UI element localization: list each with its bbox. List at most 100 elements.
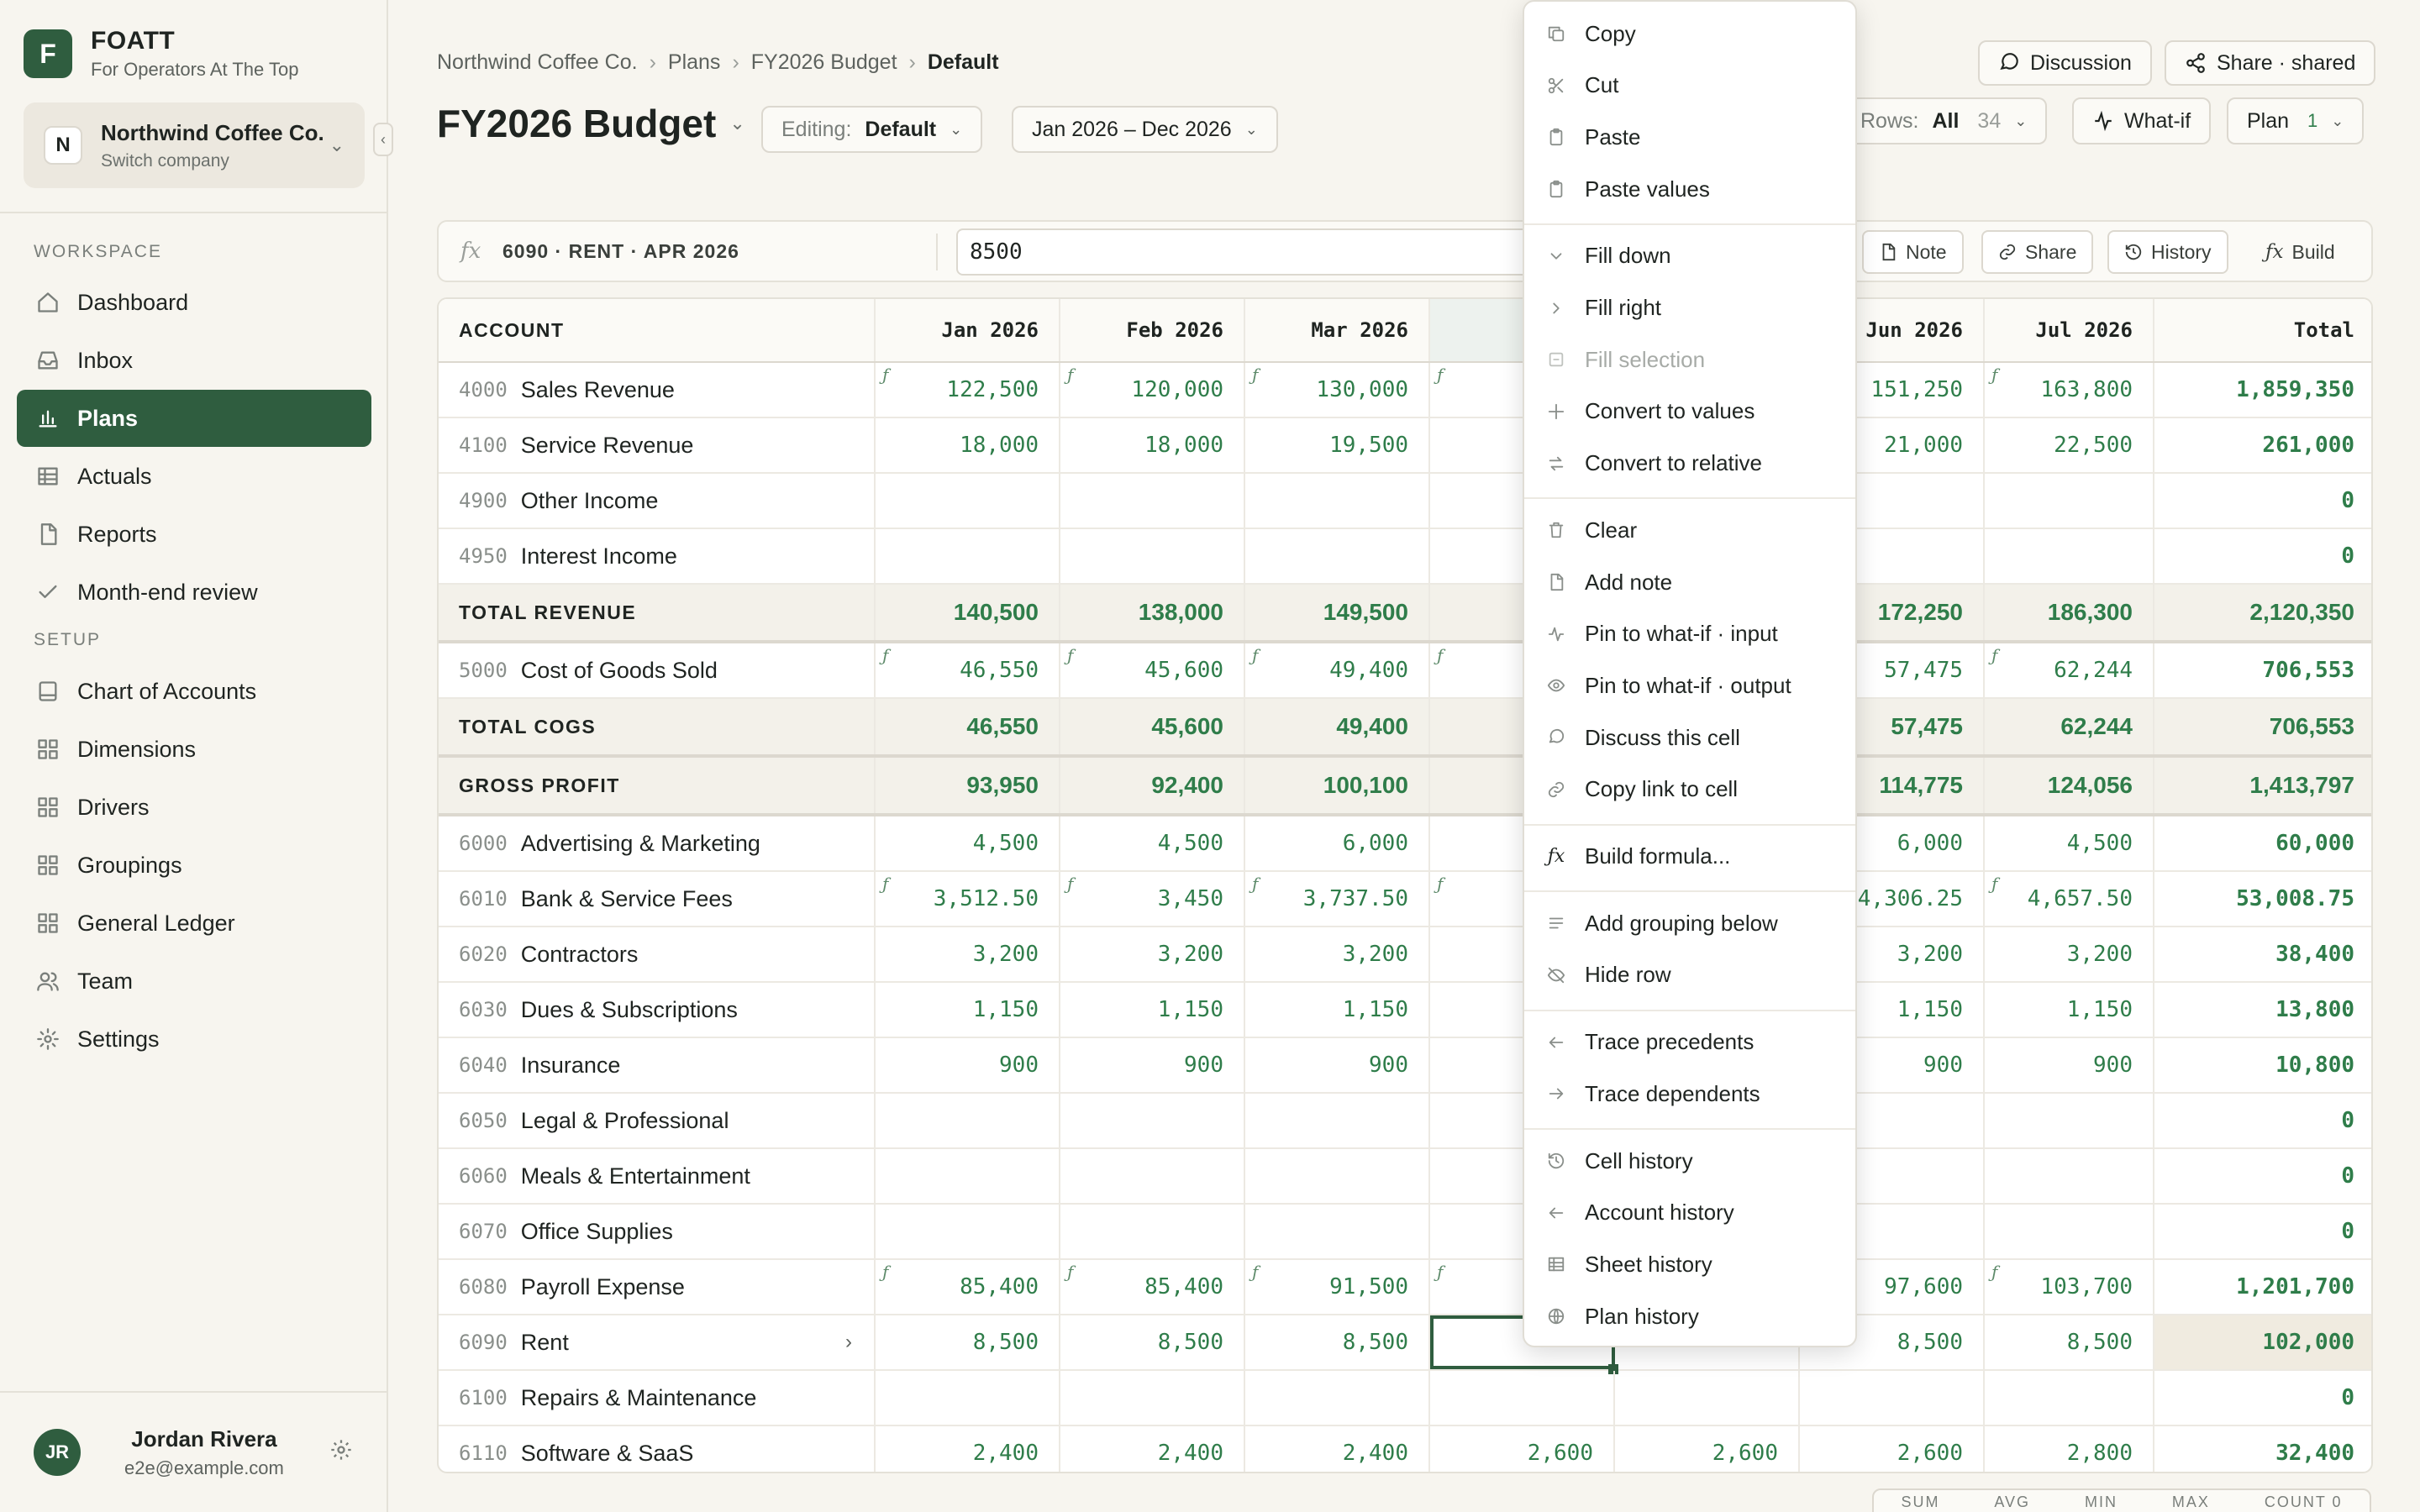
column-header-jul-2026[interactable]: Jul 2026 <box>1985 299 2154 361</box>
value-cell[interactable]: 900 <box>1985 1038 2154 1092</box>
value-cell[interactable]: 49,400 <box>1245 699 1430 754</box>
sidebar-item-dimensions[interactable]: Dimensions <box>17 721 371 778</box>
value-cell[interactable] <box>1060 1094 1245 1147</box>
value-cell[interactable]: 62,244 <box>1985 699 2154 754</box>
value-cell[interactable]: 46,550 <box>876 699 1060 754</box>
menu-item-paste[interactable]: Paste <box>1524 113 1855 160</box>
value-cell[interactable]: 93,950 <box>876 758 1060 813</box>
menu-item-cut[interactable]: Cut <box>1524 62 1855 109</box>
note-button[interactable]: Note <box>1862 230 1964 274</box>
company-switcher[interactable]: N Northwind Coffee Co. Switch company ⌄ <box>24 102 365 188</box>
row-total-cell[interactable]: 60,000 <box>2154 816 2371 870</box>
menu-item-hide-row[interactable]: Hide row <box>1524 952 1855 999</box>
value-cell[interactable]: ƒ 3,737.50 <box>1245 872 1430 926</box>
value-cell[interactable] <box>1060 474 1245 528</box>
rows-filter-select[interactable]: Rows: All 34 ⌄ <box>1840 97 2048 144</box>
value-cell[interactable] <box>1245 1371 1430 1425</box>
value-cell[interactable]: ƒ 3,512.50 <box>876 872 1060 926</box>
value-cell[interactable]: 19,500 <box>1245 418 1430 472</box>
share-button[interactable]: Share · shared <box>2165 40 2376 86</box>
plan-select[interactable]: Plan 1 ⌄ <box>2227 97 2365 144</box>
formula-input[interactable]: 8500 <box>956 228 1561 276</box>
sidebar-item-drivers[interactable]: Drivers <box>17 779 371 836</box>
value-cell[interactable]: 2,600 <box>1615 1426 1800 1472</box>
sidebar-item-general-ledger[interactable]: General Ledger <box>17 895 371 952</box>
value-cell[interactable] <box>876 474 1060 528</box>
row-total-cell[interactable]: 1,859,350 <box>2154 363 2371 417</box>
value-cell[interactable]: ƒ 103,700 <box>1985 1260 2154 1314</box>
value-cell[interactable] <box>1985 474 2154 528</box>
editing-scenario-select[interactable]: Editing: Default ⌄ <box>761 106 983 153</box>
value-cell[interactable] <box>1245 1149 1430 1203</box>
row-total-cell[interactable]: 10,800 <box>2154 1038 2371 1092</box>
menu-item-account-history[interactable]: Account history <box>1524 1189 1855 1236</box>
column-header-feb-2026[interactable]: Feb 2026 <box>1060 299 1245 361</box>
value-cell[interactable] <box>1060 529 1245 583</box>
value-cell[interactable]: 1,150 <box>1060 983 1245 1037</box>
date-range-select[interactable]: Jan 2026 – Dec 2026 ⌄ <box>1012 106 1278 153</box>
sidebar-item-dashboard[interactable]: Dashboard <box>17 274 371 331</box>
menu-item-paste-values[interactable]: Paste values <box>1524 165 1855 213</box>
row-total-cell[interactable]: 13,800 <box>2154 983 2371 1037</box>
account-cell[interactable]: 4100 Service Revenue <box>439 418 876 472</box>
breadcrumb-company[interactable]: Northwind Coffee Co. <box>437 50 638 75</box>
value-cell[interactable]: ƒ 163,800 <box>1985 363 2154 417</box>
column-header-account[interactable]: ACCOUNT <box>439 299 876 361</box>
value-cell[interactable]: 124,056 <box>1985 758 2154 813</box>
value-cell[interactable]: 2,400 <box>1060 1426 1245 1472</box>
value-cell[interactable]: 138,000 <box>1060 585 1245 640</box>
row-total-cell[interactable]: 53,008.75 <box>2154 872 2371 926</box>
chevron-right-icon[interactable]: › <box>845 1331 852 1354</box>
value-cell[interactable]: 1,150 <box>876 983 1060 1037</box>
value-cell[interactable]: 186,300 <box>1985 585 2154 640</box>
row-total-cell[interactable]: 0 <box>2154 1205 2371 1258</box>
value-cell[interactable]: ƒ 46,550 <box>876 643 1060 697</box>
value-cell[interactable]: ƒ 122,500 <box>876 363 1060 417</box>
account-cell[interactable]: GROSS PROFIT <box>439 758 876 813</box>
page-title[interactable]: FY2026 Budget ⌄ <box>437 101 745 146</box>
value-cell[interactable]: 100,100 <box>1245 758 1430 813</box>
value-cell[interactable]: 18,000 <box>876 418 1060 472</box>
menu-item-pin-to-what-if-input[interactable]: Pin to what-if · input <box>1524 611 1855 658</box>
value-cell[interactable]: 900 <box>1060 1038 1245 1092</box>
value-cell[interactable] <box>876 1205 1060 1258</box>
row-total-cell[interactable]: 0 <box>2154 1371 2371 1425</box>
menu-item-convert-to-values[interactable]: Convert to values <box>1524 388 1855 435</box>
menu-item-build-formula[interactable]: ƒx Build formula... <box>1524 833 1855 880</box>
menu-item-clear[interactable]: Clear <box>1524 507 1855 554</box>
column-header-mar-2026[interactable]: Mar 2026 <box>1245 299 1430 361</box>
row-total-cell[interactable]: 102,000 <box>2154 1315 2371 1369</box>
value-cell[interactable]: ƒ 85,400 <box>1060 1260 1245 1314</box>
menu-item-plan-history[interactable]: Plan history <box>1524 1293 1855 1340</box>
value-cell[interactable]: 18,000 <box>1060 418 1245 472</box>
share-cell-button[interactable]: Share <box>1981 230 2094 274</box>
value-cell[interactable] <box>1245 1094 1430 1147</box>
value-cell[interactable]: 2,800 <box>1985 1426 2154 1472</box>
value-cell[interactable]: 8,500 <box>876 1315 1060 1369</box>
breadcrumb-plan[interactable]: FY2026 Budget <box>751 50 897 75</box>
column-header-total[interactable]: Total <box>2154 299 2371 361</box>
account-cell[interactable]: 6040 Insurance <box>439 1038 876 1092</box>
sidebar-item-inbox[interactable]: Inbox <box>17 332 371 389</box>
account-cell[interactable]: 6010 Bank & Service Fees <box>439 872 876 926</box>
value-cell[interactable] <box>1985 1205 2154 1258</box>
account-cell[interactable]: 4000 Sales Revenue <box>439 363 876 417</box>
menu-item-trace-dependents[interactable]: Trace dependents <box>1524 1070 1855 1117</box>
value-cell[interactable] <box>1060 1149 1245 1203</box>
sidebar-item-team[interactable]: Team <box>17 953 371 1010</box>
value-cell[interactable]: ƒ 120,000 <box>1060 363 1245 417</box>
row-total-cell[interactable]: 706,553 <box>2154 699 2371 754</box>
value-cell[interactable]: 8,500 <box>1060 1315 1245 1369</box>
value-cell[interactable]: 4,500 <box>1985 816 2154 870</box>
value-cell[interactable]: 8,500 <box>1985 1315 2154 1369</box>
value-cell[interactable] <box>1245 529 1430 583</box>
row-total-cell[interactable]: 2,120,350 <box>2154 585 2371 640</box>
menu-item-cell-history[interactable]: Cell history <box>1524 1137 1855 1184</box>
row-total-cell[interactable]: 261,000 <box>2154 418 2371 472</box>
value-cell[interactable] <box>1985 1371 2154 1425</box>
row-total-cell[interactable]: 38,400 <box>2154 927 2371 981</box>
user-profile[interactable]: JR Jordan Rivera e2e@example.com <box>0 1391 387 1512</box>
sidebar-item-actuals[interactable]: Actuals <box>17 448 371 505</box>
brand[interactable]: F FOATT For Operators At The Top <box>24 27 298 81</box>
account-cell[interactable]: 6080 Payroll Expense <box>439 1260 876 1314</box>
